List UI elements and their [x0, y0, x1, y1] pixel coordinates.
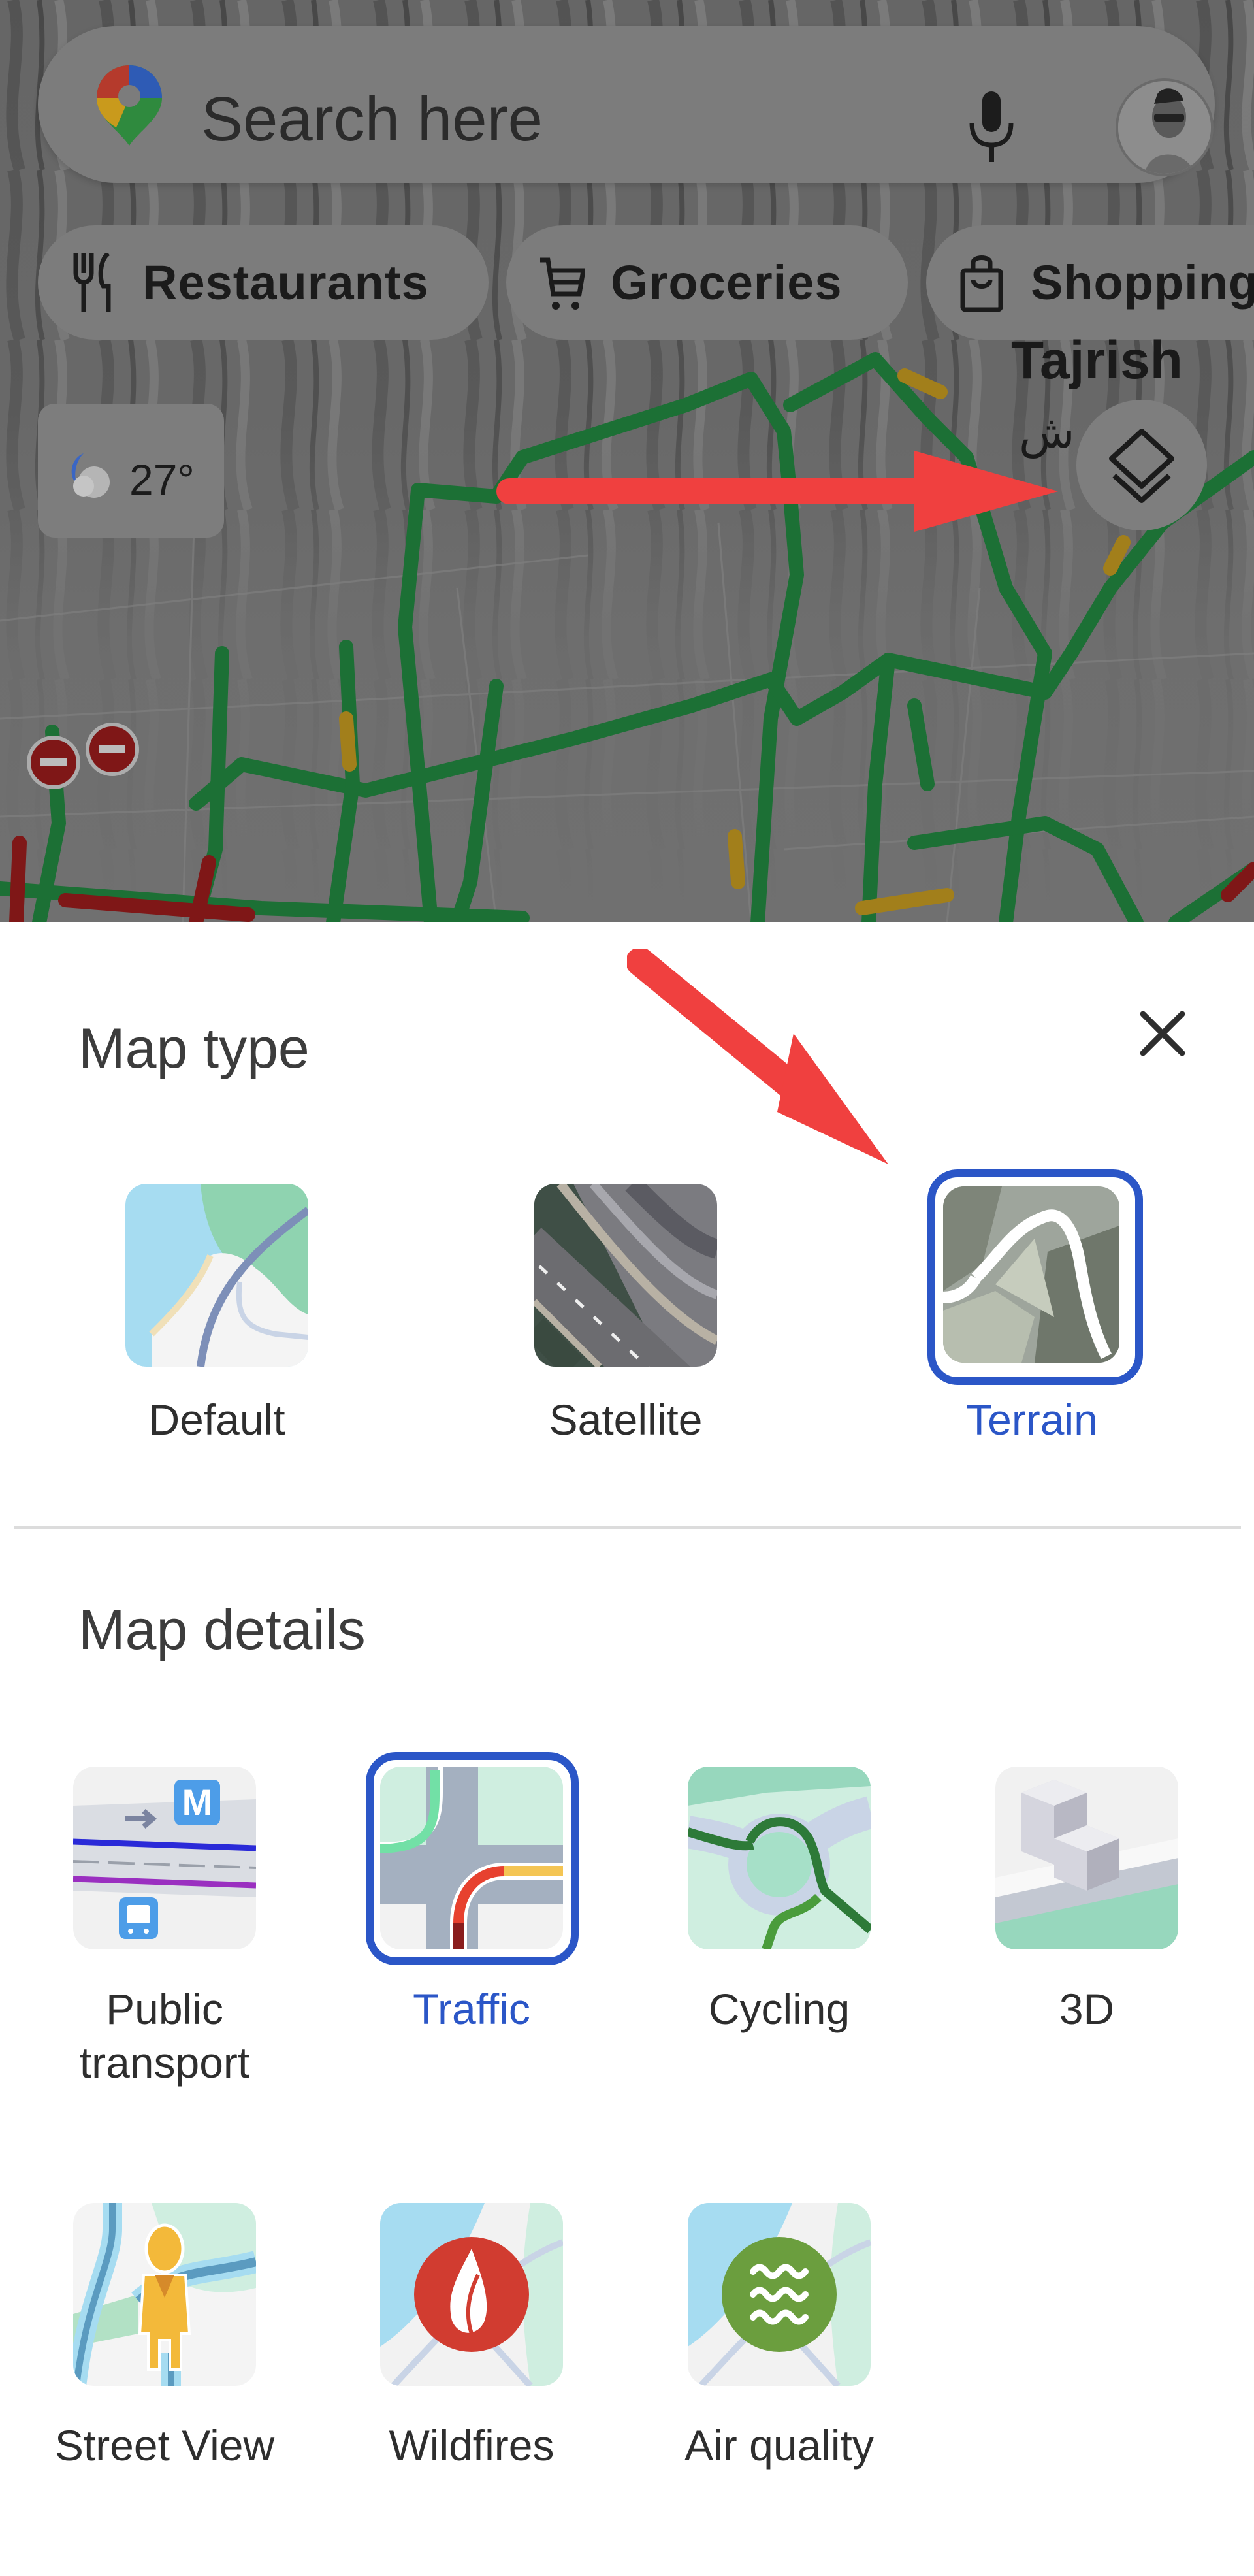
street-view-thumbnail — [73, 2203, 256, 2386]
satellite-map-thumbnail — [534, 1184, 717, 1367]
map-view[interactable]: Search here Restaurants Groceries Shoppi… — [0, 0, 1254, 922]
chip-groceries[interactable]: Groceries — [506, 225, 908, 340]
map-type-label: Satellite — [549, 1395, 703, 1444]
chip-label: Shopping — [1031, 255, 1254, 310]
map-type-terrain[interactable]: Terrain — [927, 1169, 1143, 1444]
map-detail-label: Cycling — [708, 1985, 850, 2033]
map-detail-label: Street View — [54, 2421, 275, 2470]
weather-widget[interactable]: 27° — [38, 404, 224, 538]
public-transport-thumbnail: M — [73, 1767, 256, 1949]
shopping-bag-icon — [960, 255, 1003, 312]
map-type-label: Default — [148, 1395, 285, 1444]
map-detail-public-transport[interactable]: M Public transport — [73, 1767, 256, 2087]
layers-icon — [1109, 429, 1174, 503]
svg-text:M: M — [182, 1782, 213, 1823]
microphone-icon[interactable] — [965, 91, 1018, 163]
annotation-arrow-down-right — [627, 949, 888, 1164]
section-divider — [14, 1526, 1241, 1529]
map-detail-cycling[interactable]: Cycling — [688, 1767, 871, 2033]
search-bar[interactable]: Search here — [38, 26, 1215, 183]
fork-knife-icon — [73, 253, 111, 312]
default-map-thumbnail — [125, 1184, 308, 1367]
map-detail-label: Public transport — [79, 1985, 250, 2087]
chip-restaurants[interactable]: Restaurants — [38, 225, 489, 340]
terrain-map-thumbnail — [943, 1186, 1119, 1363]
map-detail-label: Wildfires — [389, 2421, 555, 2470]
shopping-cart-icon — [540, 257, 585, 310]
cycling-thumbnail — [688, 1767, 871, 1949]
wildfires-thumbnail — [380, 2203, 563, 2386]
user-avatar[interactable] — [1116, 78, 1214, 176]
map-details-title: Map details — [78, 1599, 366, 1661]
map-type-satellite[interactable]: Satellite — [534, 1184, 717, 1444]
google-maps-pin-icon — [97, 65, 162, 146]
chip-shopping[interactable]: Shopping — [926, 225, 1254, 340]
chip-label: Restaurants — [142, 255, 429, 310]
map-detail-wildfires[interactable]: Wildfires — [380, 2203, 563, 2470]
map-detail-air-quality[interactable]: Air quality — [684, 2203, 874, 2470]
chip-label: Groceries — [611, 255, 843, 310]
search-input[interactable]: Search here — [201, 88, 543, 151]
layers-button[interactable] — [1076, 400, 1207, 530]
weather-temperature: 27° — [129, 455, 195, 504]
map-detail-label: Air quality — [684, 2421, 874, 2470]
map-detail-street-view[interactable]: Street View — [55, 2203, 274, 2470]
partly-cloudy-night-icon — [71, 453, 110, 498]
traffic-thumbnail — [380, 1767, 563, 1949]
map-detail-3d[interactable]: 3D — [995, 1767, 1178, 2033]
close-icon[interactable] — [1123, 994, 1202, 1073]
3d-buildings-thumbnail — [995, 1767, 1178, 1949]
map-detail-traffic[interactable]: Traffic — [366, 1752, 579, 2033]
map-type-default[interactable]: Default — [125, 1184, 308, 1444]
map-place-label-local: ش — [1019, 406, 1075, 457]
map-type-label: Terrain — [966, 1395, 1098, 1444]
map-place-label[interactable]: Tajrish — [1011, 330, 1183, 391]
map-detail-label: 3D — [1059, 1985, 1115, 2033]
layers-bottom-sheet: Map type Default Satellite Terrain Map d… — [0, 922, 1254, 2576]
air-quality-thumbnail — [688, 2203, 871, 2386]
map-detail-label: Traffic — [413, 1985, 530, 2033]
map-type-title: Map type — [78, 1017, 310, 1080]
